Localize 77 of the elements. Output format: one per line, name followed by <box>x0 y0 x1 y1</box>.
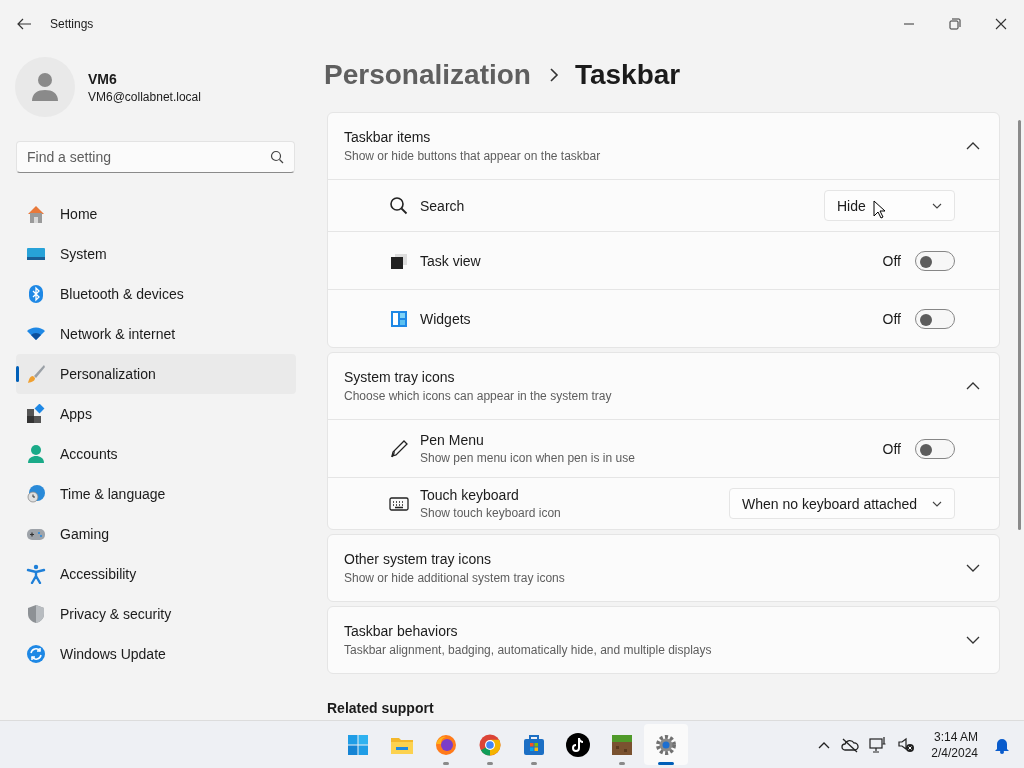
taskbar-app[interactable] <box>644 724 688 765</box>
section-subtitle: Choose which icons can appear in the system tray <box>344 389 613 403</box>
home-icon <box>26 204 46 224</box>
widgets-icon <box>389 308 409 329</box>
section-title: Other system tray icons <box>344 551 493 567</box>
toggle-state-label: Off <box>882 440 901 457</box>
sidebar-item[interactable]: Privacy & security <box>16 594 296 634</box>
sidebar-item[interactable]: Windows Update <box>16 634 296 674</box>
sidebar-item[interactable]: Time & language <box>16 474 296 514</box>
scrollbar[interactable] <box>1018 120 1021 530</box>
sidebar-item[interactable]: Accounts <box>16 434 296 474</box>
search-field[interactable]: Find a setting <box>16 141 295 173</box>
setting-label: Search <box>420 197 466 214</box>
toggle-switch[interactable] <box>915 438 955 459</box>
breadcrumb-link[interactable]: Personalization <box>324 59 531 91</box>
restore-icon <box>949 18 961 30</box>
person-icon <box>29 71 61 103</box>
search-icon <box>270 150 284 164</box>
sidebar-item[interactable]: Apps <box>16 394 296 434</box>
start-icon <box>346 732 370 757</box>
section-subtitle: Taskbar alignment, badging, automatically hide, and multiple displays <box>344 643 713 657</box>
sidebar-item[interactable]: System <box>16 234 296 274</box>
user-name: VM6 <box>88 70 118 87</box>
toggle-switch[interactable] <box>915 250 955 271</box>
section-heading: Related support <box>327 700 434 716</box>
setting-description: Show touch keyboard icon <box>420 506 562 520</box>
chevron-right-icon <box>548 68 559 82</box>
sync-icon <box>26 644 46 664</box>
gear-icon <box>654 732 678 757</box>
close-icon <box>995 18 1007 30</box>
sidebar-item[interactable]: Accessibility <box>16 554 296 594</box>
setting-label: Touch keyboard <box>420 487 520 503</box>
window-title: Settings <box>50 17 94 31</box>
section-title: Taskbar behaviors <box>344 623 459 639</box>
toggle-state-label: Off <box>882 252 901 269</box>
setting-label: Task view <box>420 252 482 269</box>
section-subtitle: Show or hide buttons that appear on the taskbar <box>344 149 602 163</box>
mouse-pointer-icon <box>873 200 885 219</box>
person-icon <box>26 444 46 464</box>
music-note-icon <box>566 732 590 757</box>
apps-icon <box>26 404 46 424</box>
bluetooth-icon <box>26 284 46 304</box>
sidebar-item[interactable]: Network & internet <box>16 314 296 354</box>
accessibility-icon <box>26 564 46 584</box>
pen-icon <box>389 438 409 459</box>
fox-browser-icon <box>434 732 458 757</box>
speaker-muted-icon <box>897 736 916 753</box>
toggle-state-label: Off <box>882 310 901 327</box>
sidebar-item[interactable]: Gaming <box>16 514 296 554</box>
grass-block-icon <box>610 732 634 757</box>
setting-label: Widgets <box>420 310 472 327</box>
tray-icon[interactable] <box>869 735 888 754</box>
sidebar-item[interactable]: Bluetooth & devices <box>16 274 296 314</box>
user-email: VM6@collabnet.local <box>88 89 201 104</box>
paintbrush-icon <box>26 364 46 384</box>
shield-icon <box>26 604 46 624</box>
dropdown[interactable]: Hide <box>824 190 955 221</box>
sidebar-item[interactable]: Home <box>16 194 296 234</box>
back-arrow-icon <box>16 16 32 32</box>
globe-clock-icon <box>26 484 46 504</box>
chrome-icon <box>478 732 502 757</box>
network-monitor-icon <box>869 735 888 754</box>
setting-description: Show pen menu icon when pen is in use <box>420 451 636 465</box>
section-subtitle: Show or hide additional system tray icons <box>344 571 566 585</box>
store-bag-icon <box>522 732 546 757</box>
setting-label: Pen Menu <box>420 432 485 448</box>
search-icon <box>389 195 409 216</box>
sidebar-item[interactable]: Personalization <box>16 354 296 394</box>
cloud-off-icon <box>841 736 860 753</box>
section-title: System tray icons <box>344 369 456 385</box>
clock[interactable]: 3:14 AM 2/4/2024 <box>931 728 978 761</box>
dropdown[interactable]: When no keyboard attached <box>729 488 955 519</box>
tray-icon[interactable] <box>841 736 860 753</box>
section-title: Taskbar items <box>344 129 432 145</box>
page-title: Taskbar <box>574 59 681 91</box>
tray-icon[interactable] <box>897 736 916 753</box>
toggle-switch[interactable] <box>915 308 955 329</box>
